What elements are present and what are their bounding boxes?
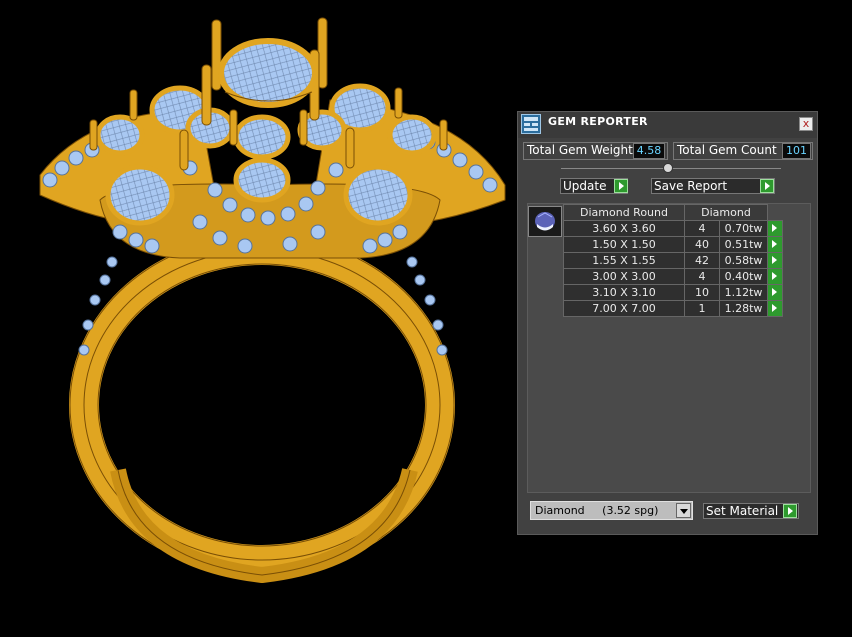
gem-weight: 1.12tw: [719, 284, 768, 301]
arrow-right-icon[interactable]: [760, 179, 774, 193]
gem-count: 1: [684, 300, 720, 317]
dropdown-arrow-icon[interactable]: [676, 503, 691, 518]
ring-model[interactable]: [39, 17, 506, 584]
gem-weight: 0.58tw: [719, 252, 768, 269]
gem-size: 1.50 X 1.50: [563, 236, 685, 253]
table-row[interactable]: 3.00 X 3.00 4 0.40tw: [563, 268, 783, 285]
gem-size: 1.55 X 1.55: [563, 252, 685, 269]
column-header-material[interactable]: Diamond: [684, 204, 768, 221]
gem-table: Diamond Round Diamond 3.60 X 3.60 4 0.70…: [563, 204, 783, 317]
total-gem-count-value: 101: [782, 143, 811, 159]
close-icon[interactable]: x: [799, 117, 813, 131]
table-row[interactable]: 1.50 X 1.50 40 0.51tw: [563, 236, 783, 253]
table-row[interactable]: 3.60 X 3.60 4 0.70tw: [563, 220, 783, 237]
diamond-round-icon: [528, 206, 562, 237]
gem-size: 3.00 X 3.00: [563, 268, 685, 285]
total-gem-weight-label: Total Gem Weight: [527, 143, 633, 157]
gem-count: 4: [684, 268, 720, 285]
arrow-right-icon[interactable]: [767, 300, 783, 317]
total-gem-weight-value: 4.58: [633, 143, 665, 159]
gem-count: 40: [684, 236, 720, 253]
material-select-value: Diamond (3.52 spg): [535, 504, 659, 517]
table-row[interactable]: 3.10 X 3.10 10 1.12tw: [563, 284, 783, 301]
slider-thumb[interactable]: [663, 163, 673, 173]
arrow-right-icon[interactable]: [767, 252, 783, 269]
gem-weight: 0.51tw: [719, 236, 768, 253]
save-report-button[interactable]: Save Report: [651, 178, 775, 194]
arrow-right-icon[interactable]: [783, 504, 797, 518]
gem-reporter-panel[interactable]: GEM REPORTER x Total Gem Weight 4.58 Tot…: [517, 111, 818, 535]
titlebar[interactable]: GEM REPORTER x: [518, 112, 817, 138]
gem-weight: 1.28tw: [719, 300, 768, 317]
panel-title: GEM REPORTER: [548, 115, 648, 128]
column-header-shape[interactable]: Diamond Round: [563, 204, 685, 221]
material-select[interactable]: Diamond (3.52 spg): [530, 501, 693, 520]
arrow-right-icon[interactable]: [767, 236, 783, 253]
arrow-right-icon[interactable]: [767, 268, 783, 285]
gem-count: 42: [684, 252, 720, 269]
total-gem-count-label: Total Gem Count: [677, 143, 777, 157]
gem-size: 3.10 X 3.10: [563, 284, 685, 301]
gem-reporter-icon: [521, 114, 541, 134]
arrow-right-icon[interactable]: [767, 284, 783, 301]
gem-weight: 0.40tw: [719, 268, 768, 285]
gem-weight: 0.70tw: [719, 220, 768, 237]
arrow-right-icon[interactable]: [767, 220, 783, 237]
gem-size: 3.60 X 3.60: [563, 220, 685, 237]
gem-count: 10: [684, 284, 720, 301]
gem-count: 4: [684, 220, 720, 237]
arrow-right-icon[interactable]: [614, 179, 628, 193]
table-row[interactable]: 1.55 X 1.55 42 0.58tw: [563, 252, 783, 269]
gem-size: 7.00 X 7.00: [563, 300, 685, 317]
table-row[interactable]: 7.00 X 7.00 1 1.28tw: [563, 300, 783, 317]
